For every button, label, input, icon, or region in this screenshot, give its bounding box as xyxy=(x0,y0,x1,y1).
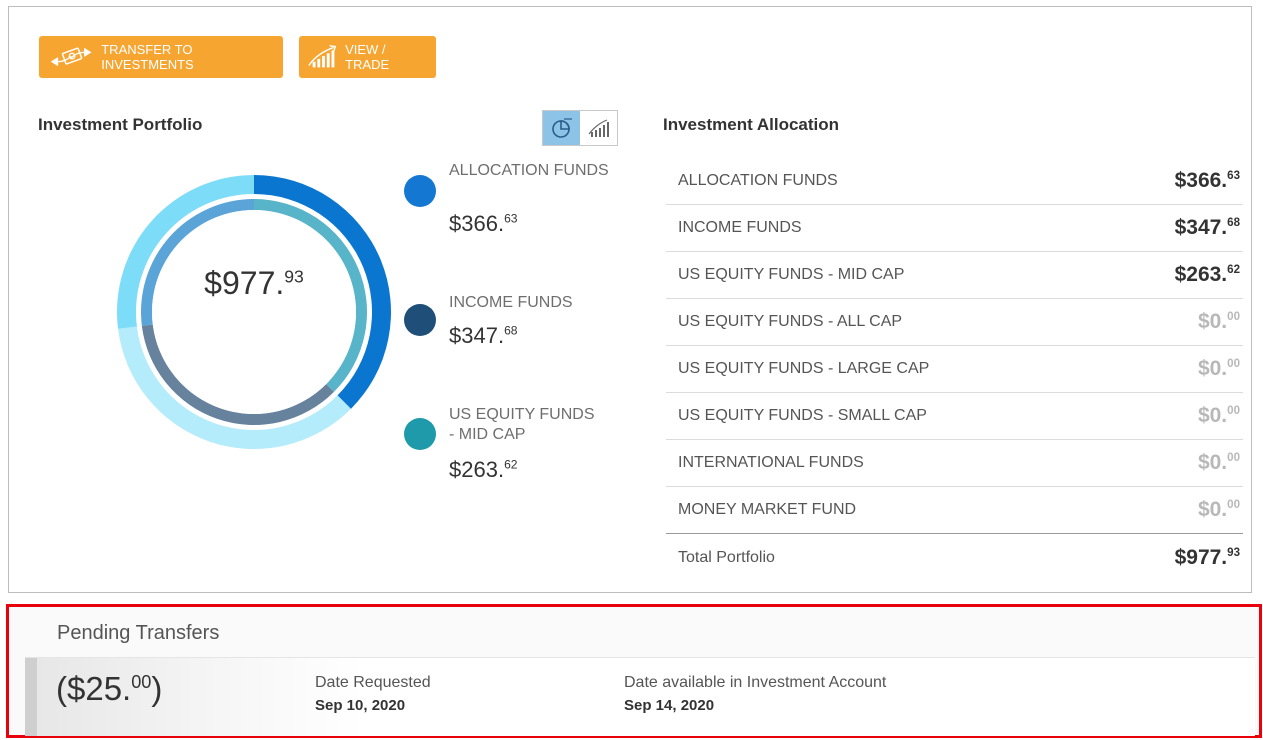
allocation-row: ALLOCATION FUNDS $366.63 xyxy=(666,158,1243,205)
transfer-to-investments-button[interactable]: TRANSFER TO INVESTMENTS xyxy=(39,36,283,78)
legend-value-dollars: $366. xyxy=(449,211,505,236)
transfer-button-label: TRANSFER TO INVESTMENTS xyxy=(101,42,194,72)
legend-label: US EQUITY FUNDS - MID CAP xyxy=(449,406,595,443)
allocation-row-name: US EQUITY FUNDS - LARGE CAP xyxy=(678,360,930,377)
allocation-row-name: US EQUITY FUNDS - MID CAP xyxy=(678,266,905,283)
allocation-value-dollars: $0. xyxy=(1197,404,1228,427)
allocation-value-cents: 62 xyxy=(1227,264,1240,276)
allocation-value-dollars: $366. xyxy=(1174,169,1228,192)
pending-amount: ($25.00) xyxy=(56,670,162,708)
legend-value-dollars: $263. xyxy=(449,457,505,482)
pie-chart-icon xyxy=(551,118,572,138)
allocation-value-cents: 00 xyxy=(1227,452,1240,464)
legend-value: $263.62 xyxy=(449,457,518,483)
pending-transfer-row[interactable]: ($25.00) Date Requested Sep 10, 2020 Dat… xyxy=(25,657,1255,736)
date-requested-label: Date Requested xyxy=(315,674,431,691)
pie-chart-view-button[interactable] xyxy=(543,111,580,145)
legend-label: INCOME FUNDS xyxy=(449,294,573,311)
growth-chart-icon xyxy=(588,119,609,137)
growth-chart-view-button[interactable] xyxy=(580,111,617,145)
portfolio-total-cents: 93 xyxy=(284,266,304,287)
allocation-value-dollars: $0. xyxy=(1197,451,1228,474)
allocation-row-value: $977.93 xyxy=(1175,546,1240,570)
allocation-row: US EQUITY FUNDS - LARGE CAP $0.00 xyxy=(666,346,1243,393)
allocation-row-name: INCOME FUNDS xyxy=(678,219,802,236)
allocation-row-name: INTERNATIONAL FUNDS xyxy=(678,454,864,471)
pending-transfers-title: Pending Transfers xyxy=(57,622,220,644)
allocation-row: INTERNATIONAL FUNDS $0.00 xyxy=(666,440,1243,487)
allocation-value-dollars: $347. xyxy=(1174,216,1228,239)
date-available-value: Sep 14, 2020 xyxy=(624,697,715,714)
allocation-value-dollars: $0. xyxy=(1197,498,1228,521)
date-available-label: Date available in Investment Account xyxy=(624,674,887,691)
allocation-row: MONEY MARKET FUND $0.00 xyxy=(666,487,1243,534)
pending-amount-dollars: ($25. xyxy=(56,670,132,707)
pending-row-indicator xyxy=(25,658,37,736)
allocation-row-name: Total Portfolio xyxy=(678,548,775,566)
money-transfer-icon xyxy=(50,47,92,67)
allocation-value-cents: 93 xyxy=(1227,546,1240,559)
allocation-value-dollars: $0. xyxy=(1197,357,1228,380)
legend-value: $366.63 xyxy=(449,211,518,237)
allocation-row-name: US EQUITY FUNDS - ALL CAP xyxy=(678,313,903,330)
legend-label: ALLOCATION FUNDS xyxy=(449,162,609,179)
allocation-row: US EQUITY FUNDS - SMALL CAP $0.00 xyxy=(666,393,1243,440)
portfolio-total: $977.93 xyxy=(117,265,391,302)
portfolio-panel: TRANSFER TO INVESTMENTS VIEW / TRADE Inv… xyxy=(8,6,1252,593)
allocation-value-cents: 63 xyxy=(1227,170,1240,182)
allocation-value-dollars: $263. xyxy=(1174,263,1228,286)
legend-value-cents: 62 xyxy=(504,457,518,472)
legend-dot xyxy=(404,418,436,450)
allocation-row: INCOME FUNDS $347.68 xyxy=(666,205,1243,252)
pending-transfers-panel: Pending Transfers ($25.00) Date Requeste… xyxy=(6,604,1262,738)
allocation-row: US EQUITY FUNDS - MID CAP $263.62 xyxy=(666,252,1243,299)
legend-value-cents: 68 xyxy=(504,323,518,338)
portfolio-total-dollars: $977. xyxy=(204,265,285,301)
trade-button-label: VIEW / TRADE xyxy=(345,42,390,72)
portfolio-donut-chart xyxy=(117,175,391,449)
allocation-title: Investment Allocation xyxy=(663,115,840,134)
allocation-value-dollars: $977. xyxy=(1174,545,1228,569)
allocation-row-value: $366.63 xyxy=(1175,169,1240,193)
allocation-value-dollars: $0. xyxy=(1197,310,1228,333)
allocation-row-value: $0.00 xyxy=(1198,357,1240,381)
allocation-row-value: $347.68 xyxy=(1175,216,1240,240)
allocation-value-cents: 00 xyxy=(1227,311,1240,323)
allocation-table: ALLOCATION FUNDS $366.63 INCOME FUNDS $347.… xyxy=(666,158,1243,581)
date-requested-value: Sep 10, 2020 xyxy=(315,697,406,714)
growth-chart-icon xyxy=(308,44,337,68)
allocation-value-cents: 00 xyxy=(1227,358,1240,370)
allocation-row-name: ALLOCATION FUNDS xyxy=(678,172,838,189)
allocation-value-cents: 00 xyxy=(1227,499,1240,511)
allocation-row-name: US EQUITY FUNDS - SMALL CAP xyxy=(678,407,927,424)
allocation-row-value: $263.62 xyxy=(1175,263,1240,287)
portfolio-title: Investment Portfolio xyxy=(38,115,203,134)
allocation-value-cents: 00 xyxy=(1227,405,1240,417)
allocation-row-value: $0.00 xyxy=(1198,451,1240,475)
chart-view-toggle xyxy=(542,110,618,146)
legend-dot xyxy=(404,175,436,207)
allocation-row-value: $0.00 xyxy=(1198,310,1240,334)
legend-value: $347.68 xyxy=(449,323,518,349)
allocation-row-value: $0.00 xyxy=(1198,404,1240,428)
pending-amount-cents: 00 xyxy=(131,672,152,692)
pending-amount-suffix: ) xyxy=(151,670,163,707)
allocation-row-value: $0.00 xyxy=(1198,498,1240,522)
allocation-total-row: Total Portfolio $977.93 xyxy=(666,534,1243,581)
legend-dot xyxy=(404,304,436,336)
allocation-row: US EQUITY FUNDS - ALL CAP $0.00 xyxy=(666,299,1243,346)
allocation-value-cents: 68 xyxy=(1227,217,1240,229)
allocation-row-name: MONEY MARKET FUND xyxy=(678,501,857,518)
legend-value-dollars: $347. xyxy=(449,323,505,348)
legend-value-cents: 63 xyxy=(504,211,518,226)
view-trade-button[interactable]: VIEW / TRADE xyxy=(299,36,436,78)
